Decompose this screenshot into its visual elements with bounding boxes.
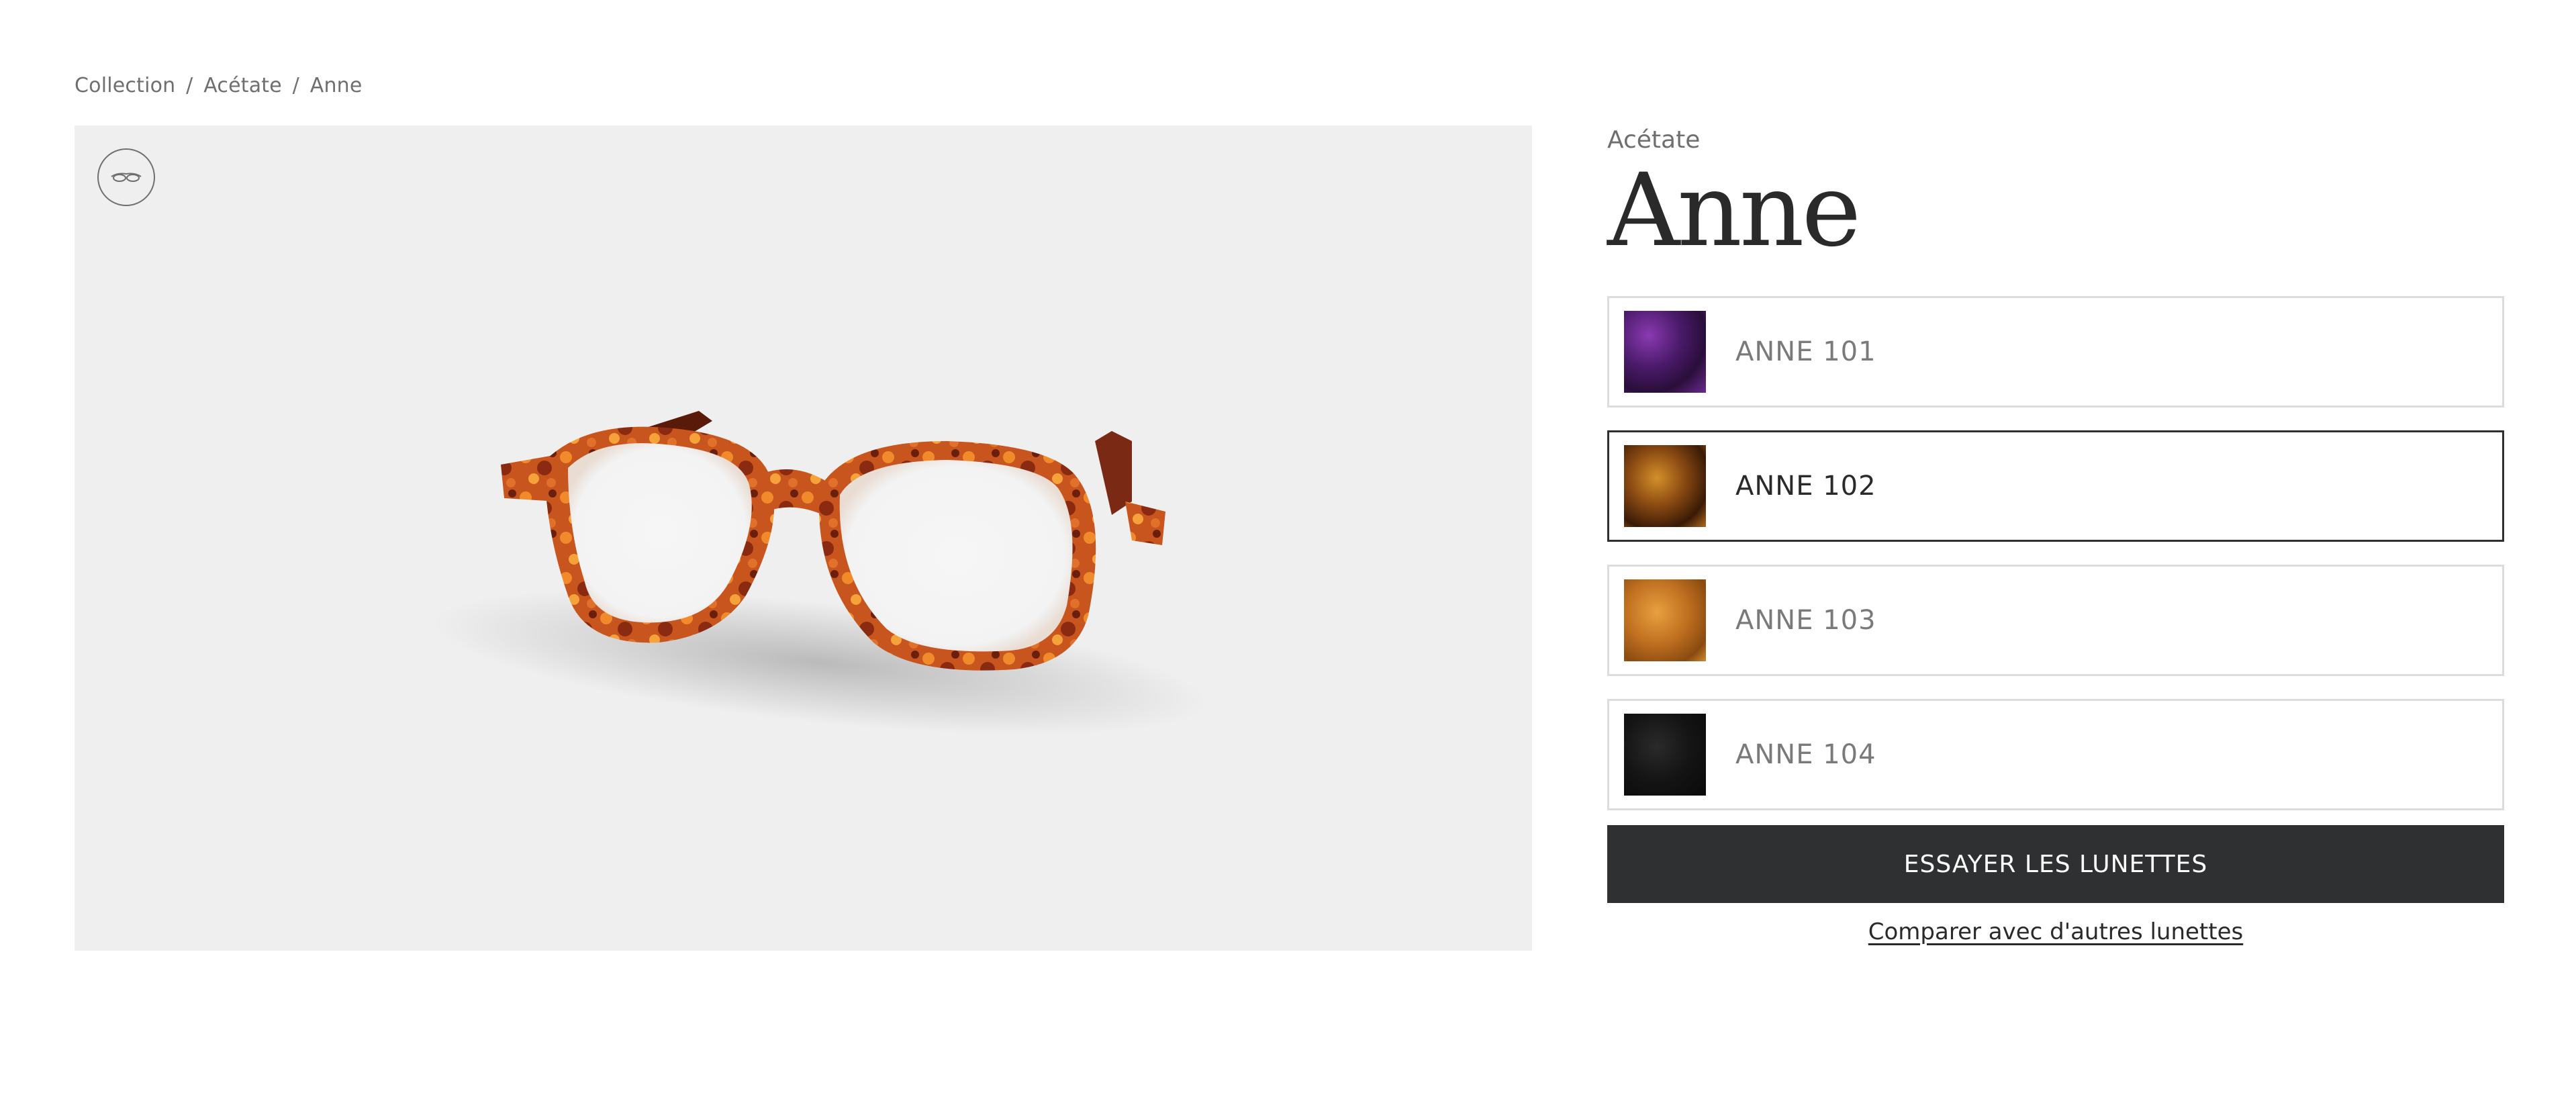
variant-swatch xyxy=(1624,579,1706,661)
variant-option-anne-101[interactable]: ANNE 101 xyxy=(1607,296,2504,408)
breadcrumb-separator: / xyxy=(292,74,299,97)
breadcrumb-acetate[interactable]: Acétate xyxy=(203,74,282,97)
variant-label: ANNE 104 xyxy=(1735,739,1876,770)
variant-label: ANNE 103 xyxy=(1735,605,1876,636)
variant-swatch xyxy=(1624,311,1706,393)
try-glasses-button[interactable]: ESSAYER LES LUNETTES xyxy=(1607,825,2504,903)
breadcrumb: Collection / Acétate / Anne xyxy=(75,74,363,97)
glasses-render xyxy=(432,411,1207,736)
variant-label: ANNE 101 xyxy=(1735,336,1876,367)
variant-label: ANNE 102 xyxy=(1735,471,1876,502)
glasses-outline-icon xyxy=(111,173,142,182)
variant-swatch xyxy=(1624,445,1706,527)
breadcrumb-separator: / xyxy=(186,74,193,97)
product-title: Anne xyxy=(1607,152,1861,269)
breadcrumb-collection[interactable]: Collection xyxy=(75,74,175,97)
variant-option-anne-102[interactable]: ANNE 102 xyxy=(1607,430,2504,542)
compare-glasses-link[interactable]: Comparer avec d'autres lunettes xyxy=(1607,918,2504,945)
product-category: Acétate xyxy=(1607,126,1701,154)
variant-option-anne-103[interactable]: ANNE 103 xyxy=(1607,565,2504,676)
view-toggle-button[interactable] xyxy=(97,148,155,206)
variant-option-anne-104[interactable]: ANNE 104 xyxy=(1607,699,2504,810)
breadcrumb-current: Anne xyxy=(309,74,363,97)
product-3d-viewer[interactable] xyxy=(75,126,1532,951)
variant-swatch xyxy=(1624,714,1706,796)
